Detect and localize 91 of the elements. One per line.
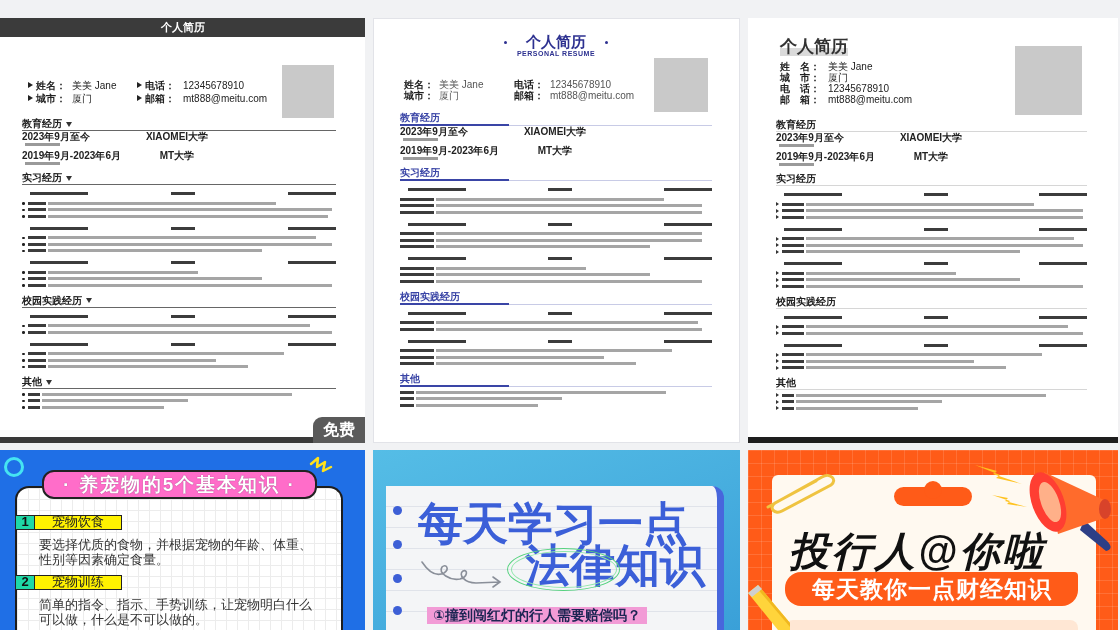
placeholder-text-drawing <box>25 161 60 166</box>
section-heading: 实习经历 <box>22 172 62 184</box>
number-tag: 2 <box>15 575 35 590</box>
field-label: 姓 名： <box>780 61 820 72</box>
field-value: 美美 Jane <box>828 61 873 72</box>
section-heading: 实习经历 <box>400 167 440 179</box>
field-value: mt888@meitu.com <box>183 91 268 105</box>
entry-date: 2019年9月-2023年6月 <box>776 151 875 162</box>
section-heading: 校园实践经历 <box>400 290 460 303</box>
lightning-bolt-icon <box>992 493 1027 508</box>
field-value: 厦门 <box>828 72 848 83</box>
section-heading: 教育经历 <box>776 119 816 131</box>
field-value: 美美 Jane <box>439 79 484 90</box>
school-name: XIAOMEI大学 <box>523 126 587 137</box>
field-label: 邮 箱： <box>780 94 820 105</box>
triangle-icon <box>137 95 142 101</box>
placeholder-text-drawing <box>779 143 814 148</box>
dot-icon <box>504 40 507 44</box>
school-name: MT大学 <box>913 151 949 162</box>
placeholder-text-drawing <box>403 156 438 161</box>
field-value: mt888@meitu.com <box>828 94 913 105</box>
section-heading: 校园实践经历 <box>22 294 82 307</box>
school-name: XIAOMEI大学 <box>899 132 963 143</box>
field-value: 12345678910 <box>828 83 890 94</box>
subtitle-banner: 每天教你一点财经知识 <box>785 572 1078 606</box>
placeholder-text-drawing <box>779 162 814 167</box>
body-text: 要选择优质的食物，并根据宠物的年龄、体重、性别等因素确定食量。 <box>39 538 313 567</box>
entry-date: 2023年9月至今 <box>22 131 90 142</box>
field-value: 厦门 <box>72 91 92 105</box>
title-banner: · 养宠物的5个基本知识 · <box>42 470 317 499</box>
field-value: 12345678910 <box>183 78 245 92</box>
entry-date: 2023年9月至今 <box>776 132 844 143</box>
school-name: MT大学 <box>537 145 573 156</box>
section-heading: 其他 <box>776 377 796 389</box>
number-tag: 1 <box>15 515 35 530</box>
field-label: 电话： <box>145 78 175 92</box>
field-value: 12345678910 <box>550 79 612 90</box>
section-heading: 其他 <box>22 376 42 388</box>
resume-title: 个人简历 <box>160 21 205 34</box>
photo-placeholder <box>1015 46 1082 115</box>
resume-title: 个人简历 <box>526 34 586 50</box>
field-label: 城市： <box>36 91 66 105</box>
entry-date: 2019年9月-2023年6月 <box>400 145 499 156</box>
question-tag: ①撞到闯红灯的行人需要赔偿吗？ <box>427 607 647 624</box>
triangle-icon <box>28 82 33 88</box>
placeholder-text-drawing <box>403 137 438 142</box>
field-label: 邮箱： <box>514 90 544 101</box>
school-name: MT大学 <box>159 150 195 161</box>
body-text: 简单的指令、指示、手势训练，让宠物明白什么可以做，什么是不可以做的。 <box>39 598 313 627</box>
section-heading: 教育经历 <box>22 118 62 130</box>
section-heading: 校园实践经历 <box>776 295 836 308</box>
resume-title: 个人简历 <box>780 38 848 56</box>
poster-thumbnail[interactable]: 每天学习一点 法律知识 ①撞到闯红灯的行人需要赔偿吗？ <box>373 450 740 630</box>
field-label: 邮箱： <box>145 91 175 105</box>
field-value: mt888@meitu.com <box>550 90 635 101</box>
resume-thumbnail[interactable]: 个人简历 姓 名： 美美 Jane 城 市： 厦门 电 话： 12345678910 邮 箱： mt888@meitu.com 教育经历 2023年9月至今 XIAOMEI大学 2019年9月-2023年6月 MT大学 实习经历 校园实践经历 其他 <box>748 18 1118 443</box>
field-label: 城 市： <box>780 72 820 83</box>
ring-icon <box>4 457 24 477</box>
poster-thumbnail[interactable]: 投行人@你啦 每天教你一点财经知识 <box>748 450 1118 630</box>
binding-hole-icon <box>393 606 402 615</box>
field-label: 电话： <box>514 79 544 90</box>
section-heading: 实习经历 <box>776 173 816 185</box>
photo-placeholder <box>282 65 334 118</box>
binding-hole-icon <box>393 540 402 549</box>
entry-date: 2023年9月至今 <box>400 126 468 137</box>
field-value: 厦门 <box>439 90 459 101</box>
section-label: 宠物饮食 <box>35 515 122 530</box>
section-heading: 教育经历 <box>400 112 440 124</box>
lightning-bolt-icon <box>975 463 1022 485</box>
placeholder-text-drawing <box>25 142 60 147</box>
pill-tab-icon <box>894 481 972 506</box>
dot-icon <box>605 40 608 44</box>
school-name: XIAOMEI大学 <box>145 131 209 142</box>
triangle-icon <box>28 95 33 101</box>
free-badge: 免费 <box>313 417 365 443</box>
pencil-icon <box>748 583 790 630</box>
entry-date: 2019年9月-2023年6月 <box>22 150 121 161</box>
section-label: 宠物训练 <box>35 575 122 590</box>
field-label: 电 话： <box>780 83 820 94</box>
photo-placeholder <box>654 58 708 112</box>
field-value: 美美 Jane <box>72 78 117 92</box>
poster-thumbnail[interactable]: · 养宠物的5个基本知识 · 1 宠物饮食 要选择优质的食物，并根据宠物的年龄、体重、性别等因素确定食量。 2 宠物训练 简单的指令、指示、手势训练，让宠物明白什么可以做，什么是不可以做的。 <box>0 450 365 630</box>
binding-hole-icon <box>393 506 402 515</box>
field-label: 姓名： <box>404 79 434 90</box>
binding-hole-icon <box>393 574 402 583</box>
triangle-icon <box>137 82 142 88</box>
field-label: 姓名： <box>36 78 66 92</box>
section-heading: 其他 <box>400 373 420 385</box>
field-label: 城市： <box>404 90 434 101</box>
resume-thumbnail[interactable]: 个人简历 姓名： 美美 Jane 电话： 12345678910 城市： 厦门 邮箱： mt888@meitu.com 教育经历 2023年9月至今 XIAOMEI大学 2019年9月-2023年6月 MT大学 实习经历 校园实践经历 其他 免费 <box>0 18 365 443</box>
headline-text: 投行人@你啦 <box>789 529 1046 573</box>
